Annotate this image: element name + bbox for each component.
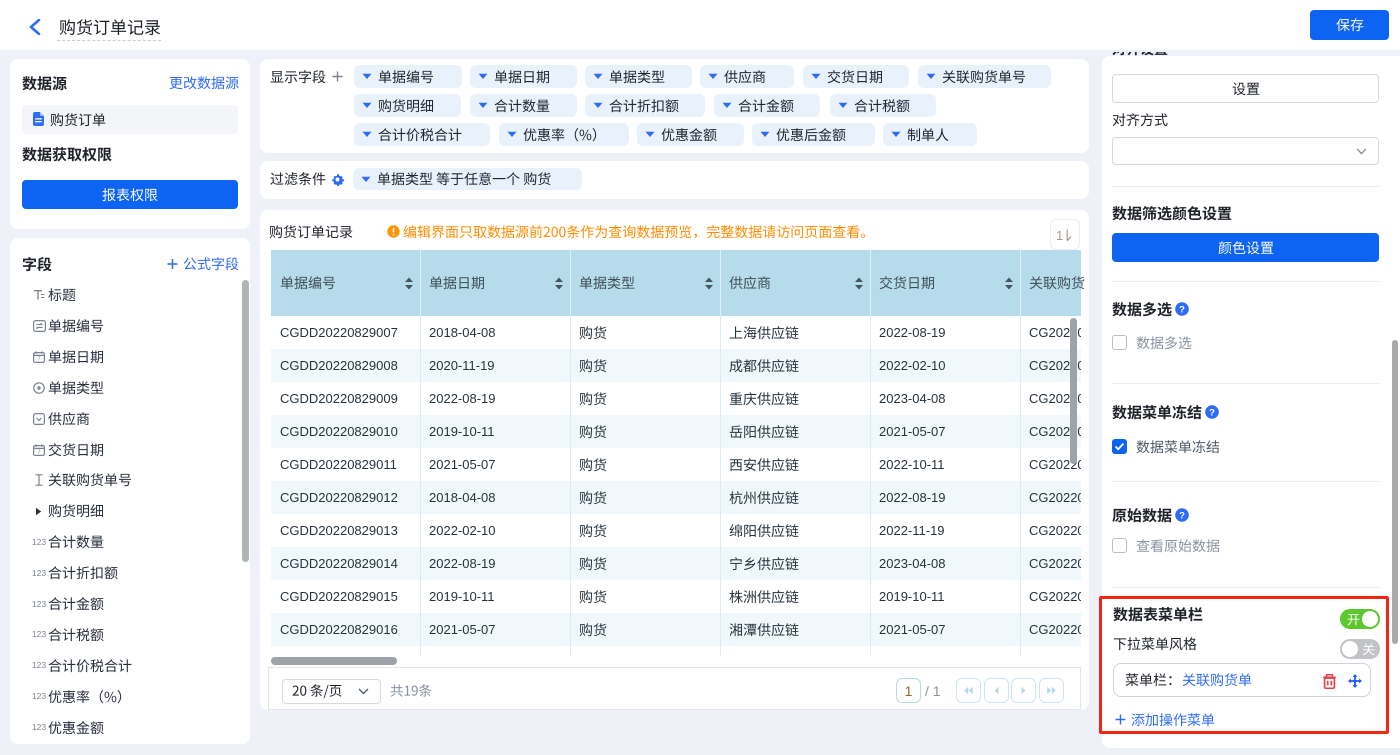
svg-text:?: ? <box>1209 407 1215 418</box>
svg-text:7: 7 <box>37 356 40 362</box>
svg-text:?: ? <box>1179 304 1185 315</box>
svg-text:?: ? <box>1179 510 1185 521</box>
svg-text:7: 7 <box>37 449 40 455</box>
